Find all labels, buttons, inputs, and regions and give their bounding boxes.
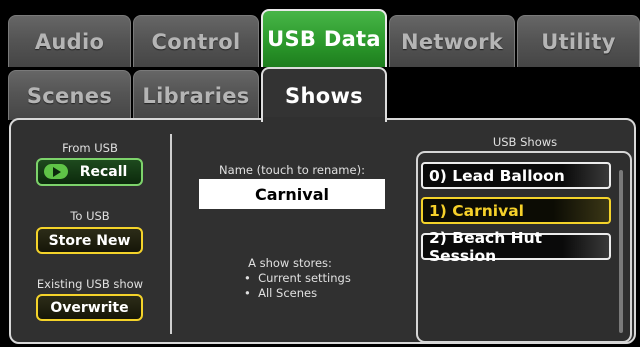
tab-network-label: Network bbox=[400, 29, 504, 54]
list-item[interactable]: 0) Lead Balloon bbox=[421, 162, 611, 189]
list-item-selected[interactable]: 1) Carnival bbox=[421, 197, 611, 224]
overwrite-button-label: Overwrite bbox=[50, 299, 129, 316]
tab-scenes[interactable]: Scenes bbox=[8, 70, 131, 120]
store-new-button-label: Store New bbox=[48, 232, 131, 249]
tab-usb-data-label: USB Data bbox=[267, 27, 381, 51]
show-name-field[interactable]: Carnival bbox=[199, 179, 385, 209]
tab-utility[interactable]: Utility bbox=[517, 15, 640, 67]
play-icon bbox=[44, 164, 68, 179]
list-scrollbar[interactable] bbox=[619, 170, 623, 333]
show-stores-item-text: Current settings bbox=[258, 271, 351, 285]
existing-usb-show-label: Existing USB show bbox=[36, 277, 144, 291]
tab-audio[interactable]: Audio bbox=[8, 15, 131, 67]
tab-libraries[interactable]: Libraries bbox=[133, 70, 259, 120]
show-stores-heading: A show stores: bbox=[248, 256, 332, 270]
tab-scenes-label: Scenes bbox=[26, 83, 113, 108]
usb-shows-title: USB Shows bbox=[492, 135, 558, 149]
from-usb-label: From USB bbox=[62, 141, 118, 155]
recall-button[interactable]: Recall bbox=[36, 158, 143, 186]
to-usb-label: To USB bbox=[70, 209, 110, 223]
show-stores-item: • Current settings bbox=[244, 271, 351, 285]
tab-network[interactable]: Network bbox=[389, 15, 515, 67]
tab-shows-label: Shows bbox=[285, 83, 363, 108]
show-stores-item-text: All Scenes bbox=[258, 286, 318, 300]
recall-button-label: Recall bbox=[79, 164, 128, 180]
list-item-label: 2) Beach Hut Session bbox=[429, 228, 543, 265]
tab-usb-data[interactable]: USB Data bbox=[261, 9, 387, 67]
tab-libraries-label: Libraries bbox=[142, 83, 250, 108]
store-new-button[interactable]: Store New bbox=[36, 227, 143, 254]
overwrite-button[interactable]: Overwrite bbox=[36, 294, 143, 321]
list-item-label: 1) Carnival bbox=[429, 201, 524, 220]
list-item-label: 0) Lead Balloon bbox=[429, 166, 565, 185]
tab-control-label: Control bbox=[151, 29, 241, 54]
tab-shows[interactable]: Shows bbox=[261, 67, 387, 122]
tab-utility-label: Utility bbox=[541, 29, 616, 54]
tab-control[interactable]: Control bbox=[133, 15, 259, 67]
show-stores-item: • All Scenes bbox=[244, 286, 318, 300]
name-label: Name (touch to rename): bbox=[219, 163, 365, 177]
tab-join bbox=[263, 117, 385, 122]
list-item[interactable]: 2) Beach Hut Session bbox=[421, 229, 611, 265]
column-divider bbox=[170, 134, 172, 334]
tab-audio-label: Audio bbox=[34, 29, 105, 54]
show-stores-info: A show stores: • Current settings • All … bbox=[210, 256, 410, 301]
